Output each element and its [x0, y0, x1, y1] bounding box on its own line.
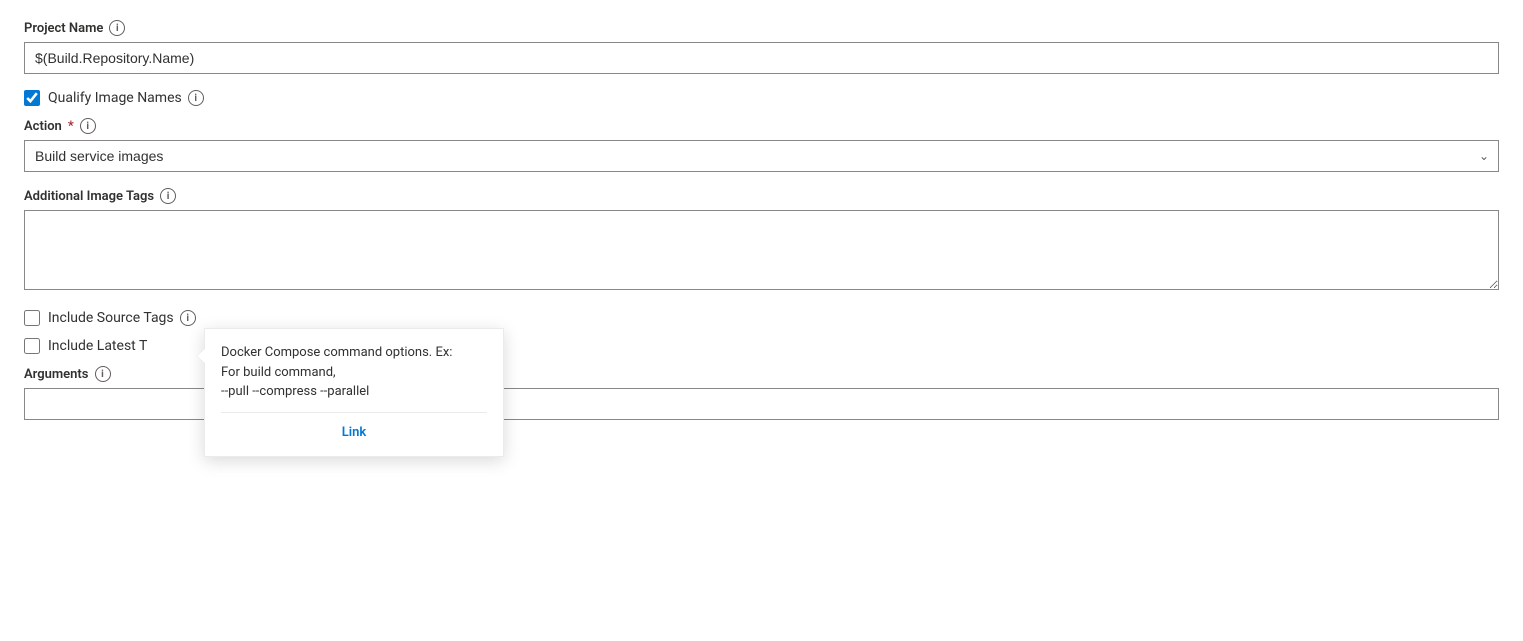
action-section: Action * i Build service images Push ser… [24, 118, 1499, 172]
additional-image-tags-label-text: Additional Image Tags [24, 189, 154, 204]
project-name-label-text: Project Name [24, 21, 103, 36]
include-source-tags-checkbox[interactable] [24, 310, 40, 326]
qualify-image-names-label-text: Qualify Image Names [48, 90, 182, 106]
tooltip-line2: For build command, [221, 365, 336, 380]
tooltip-content: Docker Compose command options. Ex: For … [221, 343, 487, 402]
additional-image-tags-label: Additional Image Tags i [24, 188, 1499, 204]
tooltip-arrow [197, 349, 205, 363]
include-latest-tag-checkbox[interactable] [24, 338, 40, 354]
tooltip-link-section: Link [221, 412, 487, 443]
action-required-star: * [68, 119, 74, 134]
qualify-image-names-label: Qualify Image Names i [48, 90, 204, 106]
project-name-label: Project Name i [24, 20, 1499, 36]
action-label: Action * i [24, 118, 1499, 134]
project-name-section: Project Name i [24, 20, 1499, 74]
include-latest-tag-label: Include Latest T [48, 338, 147, 354]
qualify-image-names-info-icon[interactable]: i [188, 90, 204, 106]
include-source-tags-section: Include Source Tags i [24, 310, 1499, 326]
tooltip-link[interactable]: Link [342, 423, 367, 443]
arguments-info-icon[interactable]: i [95, 366, 111, 382]
project-name-input[interactable] [24, 42, 1499, 74]
additional-image-tags-info-icon[interactable]: i [160, 188, 176, 204]
additional-image-tags-section: Additional Image Tags i [24, 188, 1499, 294]
tooltip-popup: Docker Compose command options. Ex: For … [204, 328, 504, 457]
qualify-image-names-checkbox[interactable] [24, 90, 40, 106]
include-latest-tag-label-text: Include Latest T [48, 338, 147, 354]
include-source-tags-label-text: Include Source Tags [48, 310, 174, 326]
action-label-text: Action [24, 119, 62, 134]
include-source-tags-info-icon[interactable]: i [180, 310, 196, 326]
tooltip-line3: --pull --compress --parallel [221, 384, 369, 399]
action-info-icon[interactable]: i [80, 118, 96, 134]
arguments-label-text: Arguments [24, 367, 89, 382]
project-name-info-icon[interactable]: i [109, 20, 125, 36]
additional-image-tags-input[interactable] [24, 210, 1499, 290]
action-select-wrapper: Build service images Push service images… [24, 140, 1499, 172]
include-latest-tag-section: Include Latest T Docker Compose command … [24, 338, 1499, 354]
tooltip-line1: Docker Compose command options. Ex: [221, 345, 452, 360]
action-select[interactable]: Build service images Push service images… [24, 140, 1499, 172]
include-source-tags-label: Include Source Tags i [48, 310, 196, 326]
qualify-image-names-section: Qualify Image Names i [24, 90, 1499, 106]
